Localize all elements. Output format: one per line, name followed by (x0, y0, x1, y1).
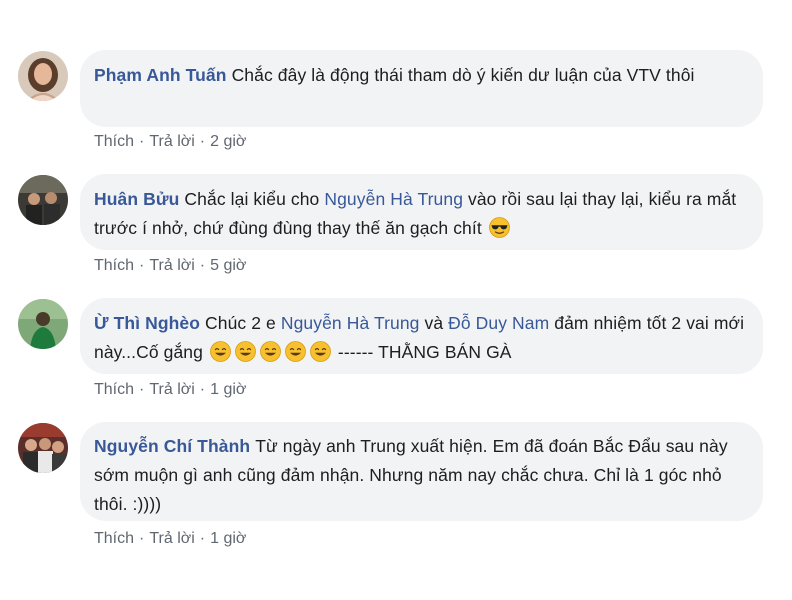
comment-text: Chắc đây là động thái tham dò ý kiến dư … (231, 65, 695, 85)
separator-dot: · (199, 133, 206, 150)
comment-actions: Thích · Trả lời · 1 giờ (94, 529, 246, 549)
comment-bubble: Phạm Anh Tuấn Chắc đây là động thái tham … (80, 50, 763, 127)
comment-actions: Thích · Trả lời · 1 giờ (94, 380, 246, 400)
like-link[interactable]: Thích (94, 530, 134, 547)
like-link[interactable]: Thích (94, 133, 134, 150)
separator-dot: · (139, 381, 145, 398)
timestamp[interactable]: 2 giờ (210, 133, 246, 150)
separator-dot: · (139, 133, 145, 150)
comment-text: Chắc lại kiểu cho (184, 189, 325, 209)
timestamp[interactable]: 5 giờ (210, 257, 246, 274)
separator-dot: · (199, 381, 206, 398)
avatar[interactable] (18, 175, 68, 225)
user-avatar-crowd-icon (18, 423, 68, 473)
comment-bubble: Ừ Thì Nghèo Chúc 2 e Nguyễn Hà Trung và Đ… (80, 298, 763, 374)
comment-actions: Thích · Trả lời · 5 giờ (94, 256, 246, 276)
mention-link[interactable]: Đỗ Duy Nam (448, 313, 549, 333)
smile-emoji-icon (235, 341, 256, 362)
comment-bubble: Huân Bửu Chắc lại kiểu cho Nguyễn Hà Trun… (80, 174, 763, 250)
smile-emoji-icon (310, 341, 331, 362)
comment-text: Chúc 2 e (205, 313, 281, 333)
reply-link[interactable]: Trả lời (149, 381, 194, 398)
comment-author[interactable]: Ừ Thì Nghèo (94, 313, 200, 333)
smile-emoji-icon (285, 341, 306, 362)
separator-dot: · (199, 530, 206, 547)
smile-emoji-icon (260, 341, 281, 362)
comment-actions: Thích · Trả lời · 2 giờ (94, 132, 246, 152)
avatar[interactable] (18, 51, 68, 101)
avatar[interactable] (18, 423, 68, 473)
comment-text: ------ THẰNG BÁN GÀ (337, 342, 512, 362)
separator-dot: · (199, 257, 206, 274)
timestamp[interactable]: 1 giờ (210, 530, 246, 547)
reply-link[interactable]: Trả lời (149, 133, 194, 150)
separator-dot: · (139, 530, 145, 547)
mention-link[interactable]: Nguyễn Hà Trung (281, 313, 420, 333)
reply-link[interactable]: Trả lời (149, 530, 194, 547)
user-avatar-woman-icon (18, 51, 68, 101)
comment-bubble: Nguyễn Chí Thành Từ ngày anh Trung xuất h… (80, 422, 763, 521)
user-avatar-group-icon (18, 175, 68, 225)
comment-author[interactable]: Nguyễn Chí Thành (94, 436, 250, 456)
like-link[interactable]: Thích (94, 381, 134, 398)
separator-dot: · (139, 257, 145, 274)
comment-text: và (419, 313, 449, 333)
sunglasses-emoji-icon (488, 217, 510, 238)
smile-emoji-icon (210, 341, 231, 362)
comment-author[interactable]: Huân Bửu (94, 189, 179, 209)
comment-author[interactable]: Phạm Anh Tuấn (94, 65, 227, 85)
reply-link[interactable]: Trả lời (149, 257, 194, 274)
like-link[interactable]: Thích (94, 257, 134, 274)
timestamp[interactable]: 1 giờ (210, 381, 246, 398)
avatar[interactable] (18, 299, 68, 349)
mention-link[interactable]: Nguyễn Hà Trung (324, 189, 463, 209)
user-avatar-green-icon (18, 299, 68, 349)
